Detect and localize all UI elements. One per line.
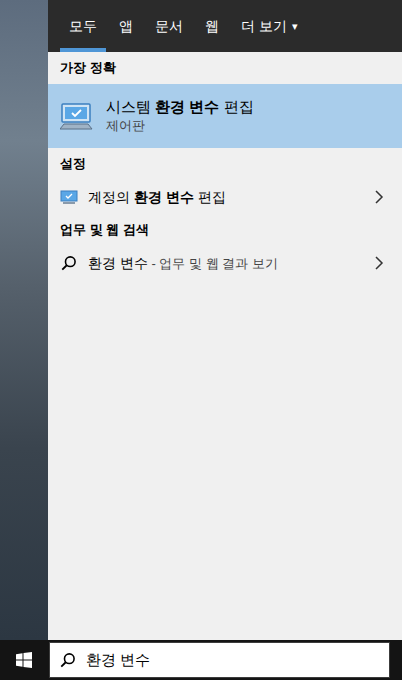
result-detail: - 업무 및 웹 결과 보기: [148, 256, 278, 271]
tab-label: 문서: [155, 16, 183, 37]
control-panel-icon: [60, 99, 94, 133]
result-icon-box: [60, 254, 78, 272]
chevron-right-icon: [372, 190, 386, 204]
result-item[interactable]: 시스템 환경 변수 편집제어판: [48, 84, 402, 148]
start-button[interactable]: [0, 640, 48, 680]
search-box[interactable]: 환경 변수: [49, 642, 390, 678]
title-segment: 환경 변수: [134, 189, 194, 205]
title-segment: 환경 변수: [155, 98, 219, 115]
search-panel: 모두앱문서웹더 보기▾가장 정확시스템 환경 변수 편집제어판설정계정의 환경 …: [48, 0, 402, 640]
result-texts: 계정의 환경 변수 편집: [88, 188, 362, 206]
title-segment: 시스템: [106, 98, 155, 115]
title-segment: 편집: [194, 189, 226, 205]
title-segment: 환경 변수: [88, 255, 148, 271]
filter-tab[interactable]: 문서: [146, 0, 192, 52]
section-header: 업무 및 웹 검색: [48, 214, 402, 246]
desktop-background: [0, 0, 48, 640]
start-menu-area: 모두앱문서웹더 보기▾가장 정확시스템 환경 변수 편집제어판설정계정의 환경 …: [0, 0, 402, 640]
tab-label: 앱: [119, 16, 133, 37]
search-icon: [61, 255, 77, 271]
result-title: 환경 변수 - 업무 및 웹 결과 보기: [88, 254, 362, 273]
filter-tab[interactable]: 웹: [196, 0, 228, 52]
dropdown-caret: ▾: [292, 18, 298, 35]
filter-tab[interactable]: 앱: [110, 0, 142, 52]
title-segment: 편집: [219, 98, 253, 115]
result-icon-box: [60, 188, 78, 206]
search-icon: [60, 652, 76, 668]
tab-label: 더 보기: [241, 16, 287, 37]
result-title: 시스템 환경 변수 편집: [106, 97, 390, 117]
search-text[interactable]: 환경 변수: [86, 649, 150, 672]
taskbar: 환경 변수: [0, 640, 402, 680]
result-item[interactable]: 계정의 환경 변수 편집: [48, 180, 402, 214]
chevron-right-icon: [372, 256, 386, 270]
filter-tabs: 모두 앱 문서 웹 더 보기 ▾: [48, 0, 402, 52]
section-header: 가장 정확: [48, 52, 402, 84]
tab-label: 모두: [69, 16, 97, 37]
result-item[interactable]: 환경 변수 - 업무 및 웹 결과 보기: [48, 246, 402, 280]
result-icon-box: [60, 99, 94, 133]
result-subtitle: 제어판: [106, 117, 390, 135]
filter-tab[interactable]: 모두: [60, 0, 106, 52]
result-title: 계정의 환경 변수 편집: [88, 188, 362, 206]
section-header: 설정: [48, 148, 402, 180]
filter-tab[interactable]: 더 보기 ▾: [232, 0, 306, 52]
title-segment: 계정의: [88, 189, 134, 205]
tab-label: 웹: [205, 16, 219, 37]
result-texts: 시스템 환경 변수 편집제어판: [106, 97, 390, 135]
windows-logo-icon: [16, 652, 32, 668]
settings-monitor-icon: [60, 188, 78, 206]
result-texts: 환경 변수 - 업무 및 웹 결과 보기: [88, 254, 362, 273]
